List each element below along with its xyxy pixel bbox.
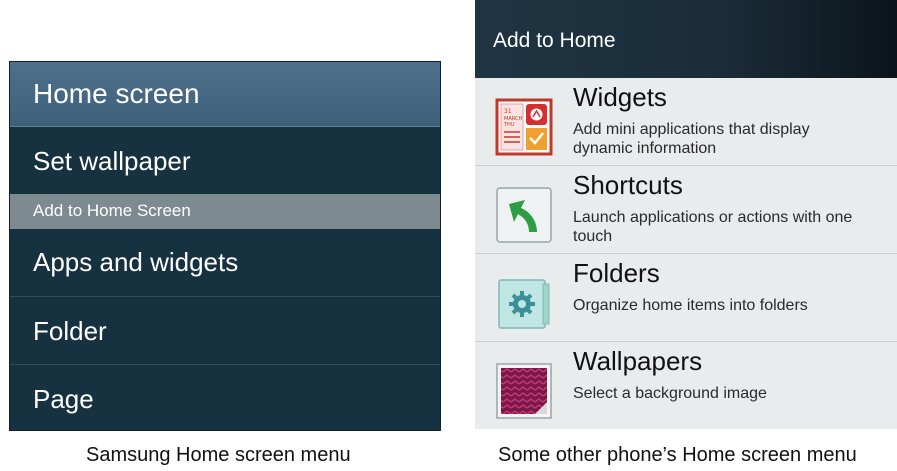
- menu-title: Add to Home: [493, 29, 616, 52]
- set-wallpaper-label: Set wallpaper: [33, 146, 191, 176]
- apps-and-widgets-item[interactable]: Apps and widgets: [10, 229, 440, 296]
- wallpapers-item[interactable]: Wallpapers Select a background image: [475, 342, 897, 429]
- folder-gear-icon: [495, 274, 553, 332]
- widget-date-day: 31: [504, 108, 512, 115]
- folder-item[interactable]: Folder: [10, 297, 440, 364]
- folders-title: Folders: [573, 258, 660, 288]
- widgets-icon: 31 MARCH THU: [495, 98, 553, 156]
- other-phone-caption: Some other phone’s Home screen menu: [498, 444, 857, 466]
- widget-date-weekday: THU: [503, 122, 515, 128]
- folder-label: Folder: [33, 316, 107, 346]
- shortcuts-title: Shortcuts: [573, 170, 683, 200]
- section-header-label: Add to Home Screen: [33, 201, 191, 220]
- menu-title-bar: Home screen: [10, 62, 440, 127]
- other-phone-add-to-home-menu: Add to Home 31 MARCH THU Widgets Add min…: [475, 0, 897, 429]
- samsung-caption: Samsung Home screen menu: [86, 444, 351, 466]
- wallpapers-title: Wallpapers: [573, 346, 703, 376]
- menu-title: Home screen: [33, 78, 200, 109]
- shortcuts-description: Launch applications or actions with one …: [573, 209, 853, 245]
- shortcuts-item[interactable]: Shortcuts Launch applications or actions…: [475, 166, 897, 254]
- widgets-title: Widgets: [573, 82, 667, 112]
- samsung-home-screen-menu: Home screen Set wallpaper Add to Home Sc…: [9, 61, 441, 431]
- wallpaper-icon: [495, 362, 553, 420]
- page-item[interactable]: Page: [10, 365, 440, 430]
- set-wallpaper-item[interactable]: Set wallpaper: [10, 126, 440, 194]
- add-to-home-screen-section-header: Add to Home Screen: [10, 194, 440, 229]
- menu-title-bar: Add to Home: [475, 0, 897, 78]
- apps-and-widgets-label: Apps and widgets: [33, 247, 239, 277]
- folders-item[interactable]: Folders Organize home items into folders: [475, 254, 897, 342]
- shortcut-arrow-icon: [495, 186, 553, 244]
- page-label: Page: [33, 384, 94, 414]
- wallpapers-description: Select a background image: [573, 385, 767, 402]
- folders-description: Organize home items into folders: [573, 297, 808, 314]
- widgets-description: Add mini applications that display dynam…: [573, 121, 810, 157]
- widgets-item[interactable]: 31 MARCH THU Widgets Add mini applicatio…: [475, 78, 897, 166]
